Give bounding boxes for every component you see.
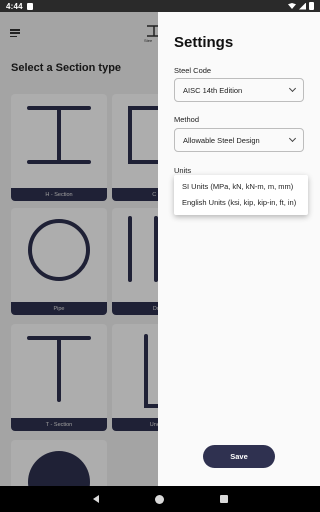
units-dropdown-menu: SI Units (MPa, kN, kN-m, m, mm) English … (174, 175, 308, 215)
units-option-english[interactable]: English Units (ksi, kip, kip-in, ft, in) (174, 195, 308, 211)
system-nav-bar (0, 486, 320, 512)
units-option-si[interactable]: SI Units (MPa, kN, kN-m, m, mm) (174, 179, 308, 195)
status-bar: 4:44 (0, 0, 320, 12)
method-label: Method (174, 115, 200, 124)
method-select[interactable]: Allowable Steel Design (174, 128, 304, 152)
settings-drawer: Settings Steel Code AISC 14th Edition Me… (158, 12, 320, 486)
sd-card-icon (26, 2, 33, 10)
status-time: 4:44 (6, 1, 23, 11)
home-icon[interactable] (154, 494, 164, 504)
wifi-icon (288, 3, 296, 9)
steel-code-select[interactable]: AISC 14th Edition (174, 78, 304, 102)
recent-apps-icon[interactable] (219, 495, 228, 503)
chevron-down-icon (288, 84, 297, 93)
settings-title: Settings (174, 34, 234, 51)
steel-code-value: AISC 14th Edition (183, 85, 243, 95)
save-button[interactable]: Save (203, 445, 275, 468)
back-icon[interactable] (92, 495, 99, 503)
method-value: Allowable Steel Design (183, 135, 260, 145)
battery-icon (309, 2, 314, 10)
units-label: Units (174, 166, 192, 175)
steel-code-label: Steel Code (174, 66, 212, 75)
chevron-down-icon (288, 134, 297, 143)
signal-icon (299, 2, 306, 10)
